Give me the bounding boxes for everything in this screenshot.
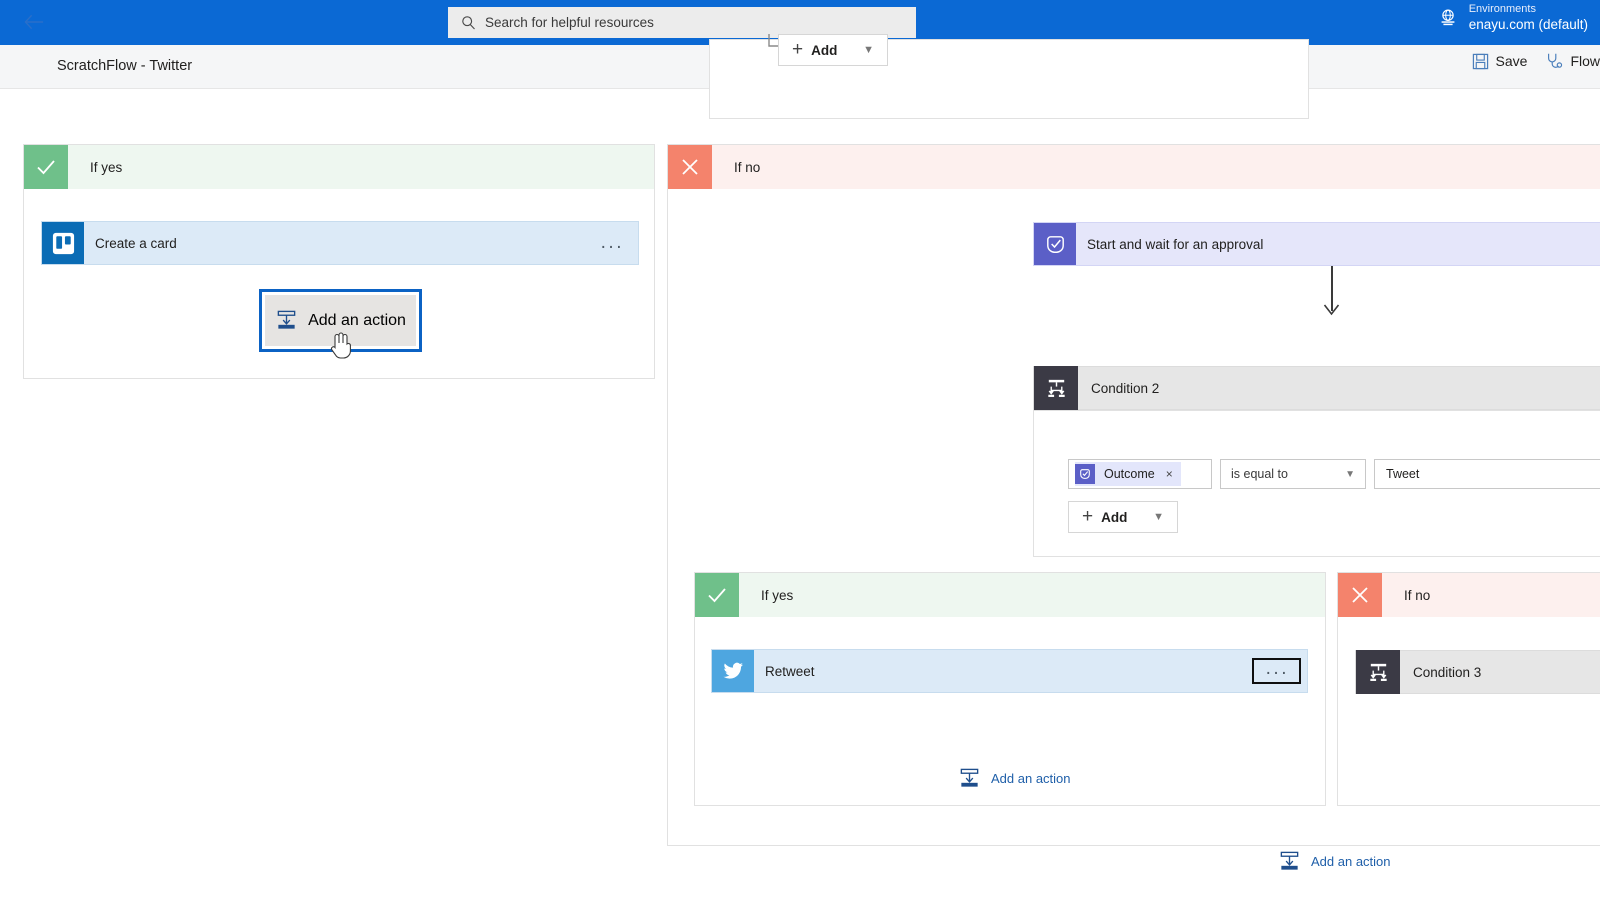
branch-label: If yes (761, 587, 794, 603)
branch-header-if-no: If no (1338, 573, 1600, 617)
branch-if-no-right: If no Start and wait for an approval Con… (667, 144, 1600, 870)
condition-add-button[interactable]: + Add ▼ (1068, 501, 1178, 533)
flow-checker-button[interactable]: Flow (1545, 52, 1600, 70)
action-title: Create a card (95, 235, 177, 251)
chevron-down-icon: ▼ (1345, 468, 1355, 480)
action-menu-button[interactable]: ... (587, 232, 638, 254)
condition-add-button-top[interactable]: + Add ▼ (778, 34, 888, 66)
branch-header-if-yes: If yes (695, 573, 1325, 617)
twitter-icon (712, 650, 754, 692)
condition-icon (1034, 366, 1078, 410)
branch-if-yes-nested: If yes Retweet ... Add an action (694, 572, 1326, 806)
save-button[interactable]: Save (1472, 53, 1528, 70)
add-label: Add (811, 42, 838, 58)
power-automate-flow-designer: Search for helpful resources Environment… (0, 0, 1600, 900)
search-placeholder: Search for helpful resources (485, 15, 654, 30)
condition-2-body: Outcome × is equal to ▼ Tweet + Add ▼ (1033, 410, 1600, 557)
add-action-icon (958, 767, 981, 790)
condition-value-input[interactable]: Tweet (1374, 459, 1600, 489)
token-label: Outcome (1104, 467, 1155, 481)
condition-operator-select[interactable]: is equal to ▼ (1220, 459, 1366, 489)
chevron-down-icon: ▼ (1153, 511, 1164, 523)
close-x-icon (668, 145, 712, 189)
add-action-label: Add an action (308, 311, 406, 329)
search-icon (461, 15, 476, 30)
condition-2-header[interactable]: Condition 2 (1033, 366, 1600, 410)
environment-text: Environments enayu.com (default) (1469, 3, 1588, 34)
save-label: Save (1495, 53, 1528, 69)
flow-checker-label: Flow (1570, 53, 1600, 69)
command-bar-actions: Save Flow (1472, 52, 1600, 70)
environment-selector[interactable]: Environments enayu.com (default) (1437, 3, 1588, 34)
close-x-icon (1338, 573, 1382, 617)
branch-header-if-yes: If yes (24, 145, 654, 189)
condition-icon (1356, 650, 1400, 694)
add-action-label: Add an action (1311, 854, 1391, 869)
action-retweet[interactable]: Retweet ... (711, 649, 1308, 693)
plus-icon: + (792, 39, 804, 60)
outcome-token[interactable]: Outcome × (1075, 462, 1181, 486)
approvals-icon (1075, 464, 1095, 484)
branch-label: If no (1404, 587, 1431, 603)
action-title: Start and wait for an approval (1087, 236, 1264, 252)
condition-3-header[interactable]: Condition 3 (1355, 650, 1600, 694)
branch-if-no-nested: If no Condition 3 (1337, 572, 1600, 806)
flow-canvas: + Add ▼ If yes Create a card ... Add an … (0, 34, 1600, 900)
add-action-button-focused[interactable]: Add an action (259, 289, 422, 352)
approvals-icon (1034, 223, 1076, 265)
add-label: Add (1101, 509, 1128, 525)
back-arrow-icon[interactable] (24, 13, 44, 33)
branch-label: If no (734, 159, 761, 175)
add-action-label: Add an action (991, 771, 1071, 786)
condition-title: Condition 3 (1413, 664, 1482, 680)
operator-value: is equal to (1231, 467, 1288, 481)
condition-operand-field[interactable]: Outcome × (1068, 459, 1212, 489)
add-action-button[interactable]: Add an action (958, 767, 1071, 790)
plus-icon: + (1082, 506, 1094, 527)
page-title: ScratchFlow - Twitter (57, 58, 193, 74)
add-action-button-outer[interactable]: Add an action (1278, 850, 1391, 873)
checkmark-icon (695, 573, 739, 617)
save-disk-icon (1472, 53, 1489, 70)
connector-arrow-icon (1323, 304, 1340, 316)
chevron-down-icon: ▼ (863, 44, 874, 56)
add-action-icon (1278, 850, 1301, 873)
branch-if-yes-left: If yes Create a card ... Add an action (23, 144, 655, 379)
environment-value: enayu.com (default) (1468, 16, 1588, 32)
action-create-a-card[interactable]: Create a card ... (41, 221, 639, 265)
action-title: Retweet (765, 663, 815, 679)
action-menu-button-focused[interactable]: ... (1251, 658, 1301, 684)
action-start-and-wait-for-approval[interactable]: Start and wait for an approval (1033, 222, 1600, 266)
environment-label: Environments (1468, 3, 1536, 15)
globe-environment-icon (1437, 7, 1459, 29)
branch-label: If yes (90, 159, 123, 175)
branch-header-if-no: If no (668, 145, 1600, 189)
remove-token-icon[interactable]: × (1166, 467, 1173, 481)
trello-icon (42, 222, 84, 264)
add-action-icon (275, 309, 298, 332)
condition-value: Tweet (1386, 467, 1420, 481)
top-partial-condition-body: + Add ▼ (709, 34, 1309, 119)
checkmark-icon (24, 145, 68, 189)
condition-title: Condition 2 (1091, 380, 1160, 396)
stethoscope-icon (1545, 52, 1563, 70)
